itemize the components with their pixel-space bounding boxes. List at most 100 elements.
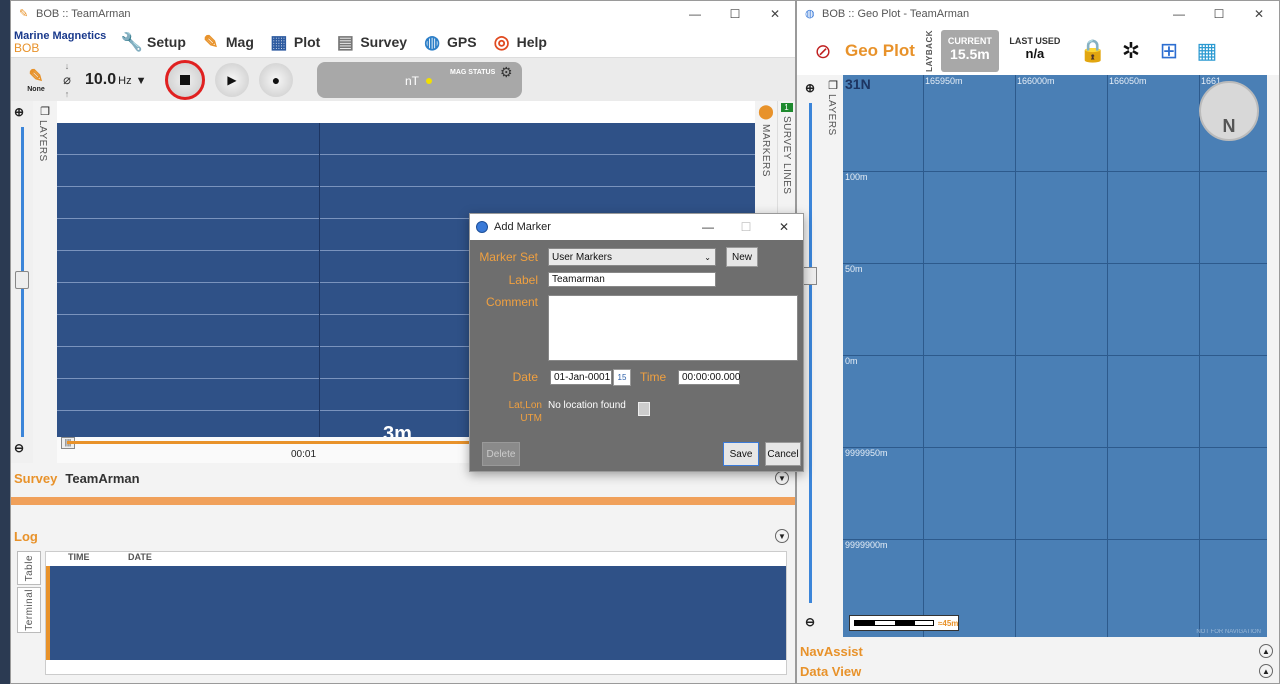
marker-set-select[interactable]: User Markers ⌄ (548, 248, 716, 266)
maximize-button[interactable]: ☐ (715, 1, 755, 27)
log-column-time[interactable]: TIME (68, 552, 128, 566)
center-icon[interactable]: ✲ (1117, 37, 1145, 65)
record-button[interactable]: ● (259, 62, 293, 97)
delete-button[interactable]: Delete (482, 442, 520, 466)
dialog-maximize-button[interactable]: ☐ (727, 214, 765, 240)
maximize-button[interactable]: ☐ (1199, 1, 1239, 27)
dataview-title: Data View (800, 663, 862, 679)
geo-zoom-slider-thumb[interactable] (803, 267, 817, 285)
plot-gridline (57, 186, 755, 187)
app-icon: ✎ (19, 8, 29, 20)
menu-help[interactable]: ◎ Help (491, 31, 547, 53)
label-input[interactable]: Teamarman (548, 272, 716, 287)
map-gridline (923, 75, 924, 637)
map-y-label: 50m (845, 264, 863, 274)
marker-set-value: User Markers (552, 251, 613, 263)
navassist-section-header[interactable]: NavAssist ▲ (797, 641, 1279, 661)
menu-setup[interactable]: 🔧 Setup (121, 31, 186, 53)
grid-icon[interactable]: ⊞ (1155, 37, 1183, 65)
app-icon (476, 221, 488, 233)
latlon-label: Lat,Lon (508, 400, 542, 411)
dialog-close-button[interactable]: ✕ (765, 214, 803, 240)
comment-textarea[interactable] (548, 295, 798, 361)
new-marker-set-button[interactable]: New (726, 247, 758, 267)
add-marker-dialog: Add Marker — ☐ ✕ Marker Set User Markers… (469, 213, 804, 472)
marker-none-button[interactable]: ✎ None (17, 66, 55, 93)
last-used-label: LAST USED (1009, 36, 1061, 46)
current-layback-button[interactable]: CURRENT 15.5m (940, 30, 999, 72)
geo-layers-tab[interactable]: ❐ LAYERS (823, 75, 843, 637)
minimize-button[interactable]: — (675, 1, 715, 27)
date-input[interactable]: 01-Jan-0001 (550, 370, 612, 385)
sample-rate-dropdown[interactable]: 10.0 Hz ▼ (85, 71, 155, 89)
map-x-label: 166000m (1017, 76, 1055, 86)
survey-lines-badge: 1 (780, 103, 793, 112)
marker-set-label: Marker Set (479, 250, 538, 264)
lock-icon[interactable]: 🔒 (1079, 37, 1107, 65)
log-tab-terminal[interactable]: Terminal (17, 587, 41, 633)
dataview-section-header[interactable]: Data View ▲ (797, 661, 1279, 681)
label-label: Label (508, 273, 538, 287)
compass-rose[interactable]: N (1199, 81, 1259, 141)
stop-button[interactable] (165, 59, 205, 100)
survey-section-title: Survey (14, 470, 58, 486)
gear-icon[interactable]: ⚙ (500, 64, 513, 81)
menu-survey[interactable]: ▤ Survey (334, 31, 407, 53)
layers-tab[interactable]: ❐ LAYERS (33, 101, 57, 441)
map-gridline (843, 447, 1267, 448)
zoom-in-icon[interactable]: ⊕ (14, 105, 24, 119)
geo-zoom-slider-track[interactable] (809, 103, 812, 603)
heatmap-icon[interactable]: ▦ (1193, 37, 1221, 65)
log-table-body[interactable] (46, 566, 786, 660)
chevron-up-icon[interactable]: ▲ (1259, 644, 1273, 658)
markers-label: MARKERS (760, 124, 771, 177)
plot-zoom-column: ⊕ ⊖ (11, 101, 33, 463)
close-button[interactable]: ✕ (755, 1, 795, 27)
menu-gps[interactable]: ◍ GPS (421, 31, 477, 53)
geo-window-title: BOB :: Geo Plot - TeamArman (822, 8, 970, 20)
copy-icon[interactable] (638, 402, 650, 416)
play-button[interactable]: ▶ (215, 62, 249, 97)
cancel-button[interactable]: Cancel (765, 442, 801, 466)
menu-plot[interactable]: ▦ Plot (268, 31, 320, 53)
survey-icon: ▤ (336, 31, 354, 52)
close-button[interactable]: ✕ (1239, 1, 1279, 27)
geo-map[interactable]: 31N 165950m 166000m 166050m 1661 100m 50… (843, 75, 1267, 637)
log-section-title: Log (14, 528, 38, 544)
gps-off-icon[interactable]: ⊘ (809, 37, 837, 65)
layback-label: LAYBACK (924, 30, 934, 72)
phase-toggle[interactable]: ↓ ⌀ ↑ (55, 59, 79, 101)
map-x-label: 166050m (1109, 76, 1147, 86)
zoom-out-icon[interactable]: ⊖ (805, 615, 815, 629)
sample-rate-value: 10.0 (85, 70, 117, 88)
time-input[interactable]: 00:00:00.000 (678, 370, 740, 385)
map-gridline (843, 263, 1267, 264)
marker-pen-icon: ✎ (28, 66, 44, 86)
chevron-down-icon[interactable]: ▼ (775, 529, 789, 543)
play-icon: ▶ (227, 72, 237, 87)
dialog-minimize-button[interactable]: — (689, 214, 727, 240)
menu-mag[interactable]: ✎ Mag (200, 31, 254, 53)
menu-survey-label: Survey (360, 34, 408, 50)
menu-gps-label: GPS (447, 34, 477, 50)
geo-layers-label: LAYERS (826, 94, 837, 136)
map-gridline (1107, 75, 1108, 637)
zoom-in-icon[interactable]: ⊕ (805, 81, 815, 95)
log-tab-table[interactable]: Table (17, 551, 41, 585)
zoom-slider-thumb[interactable] (15, 271, 29, 289)
chevron-down-icon[interactable]: ▼ (775, 471, 789, 485)
plot-cursor-line (319, 123, 320, 441)
chevron-up-icon[interactable]: ▲ (1259, 664, 1273, 678)
log-table[interactable]: TIME DATE (45, 551, 787, 675)
last-used-layback-button[interactable]: LAST USED n/a (1001, 30, 1069, 72)
save-button[interactable]: Save (723, 442, 759, 466)
minimize-button[interactable]: — (1159, 1, 1199, 27)
main-toolbar: ✎ None ↓ ⌀ ↑ 10.0 Hz ▼ ▶ ● nT MAG STATUS… (11, 57, 795, 101)
log-section-header[interactable]: Log ▼ (11, 525, 795, 547)
mag-status-panel: nT MAG STATUS ⚙ (317, 62, 522, 98)
calendar-icon[interactable]: 15 (613, 369, 631, 386)
magnetometer-icon: ✎ (203, 31, 219, 52)
map-y-label: 9999900m (845, 540, 888, 550)
zoom-out-icon[interactable]: ⊖ (14, 441, 24, 455)
log-column-date[interactable]: DATE (128, 552, 188, 566)
